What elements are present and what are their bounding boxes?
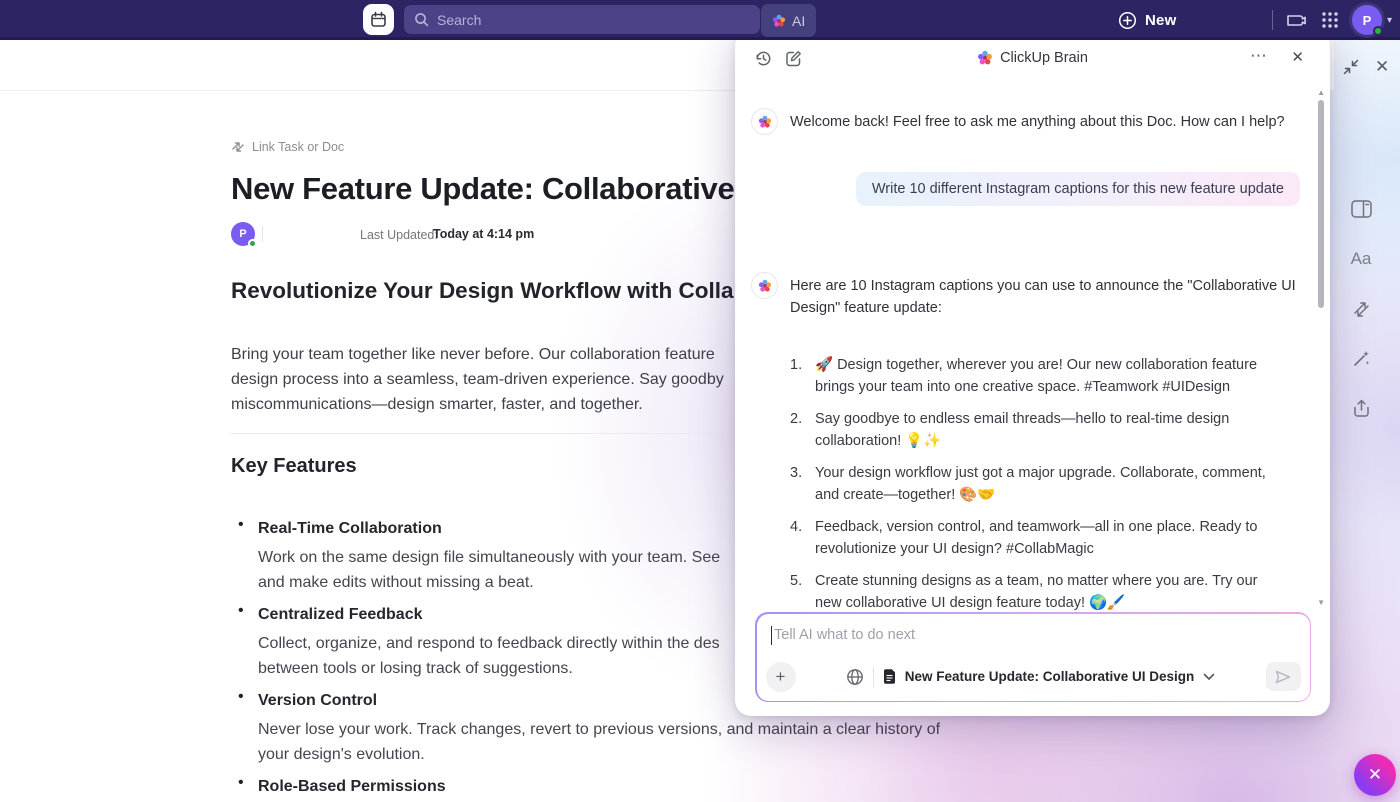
input-placeholder: Tell AI what to do next [774,627,915,643]
relationships-button[interactable] [1348,300,1374,319]
calendar-icon [370,11,387,28]
feature-body: Never lose your work. Track changes, rev… [258,717,998,767]
globe-icon [846,668,864,686]
avatar-chevron-icon[interactable]: ▾ [1387,15,1392,26]
avatar-initial: P [1363,13,1372,28]
new-button[interactable]: New [1118,8,1176,32]
ai-button[interactable]: AI [761,4,816,37]
side-panel-icon [1351,200,1372,218]
grid-dots-icon [1320,10,1340,30]
chevron-down-icon [1203,673,1215,681]
topbar-divider [1272,10,1273,30]
byline-divider [262,226,263,242]
magic-wand-icon [1351,349,1371,369]
last-updated-label: Last Updated: [360,228,438,242]
brain-avatar [751,108,778,135]
panel-close-button[interactable]: ✕ [1291,48,1304,66]
collapse-panel-button[interactable] [1342,58,1360,76]
swap-arrows-icon [1352,300,1371,319]
bot-message-response: Here are 10 Instagram captions you can u… [751,272,1311,319]
ai-input-container: Tell AI what to do next + New Feature Up… [755,612,1311,702]
calendar-button[interactable] [363,4,394,35]
brain-flower-icon [758,279,772,293]
caption-item: Feedback, version control, and teamwork—… [790,516,1270,560]
send-button[interactable] [1266,662,1301,691]
doc-intro-paragraph: Bring your team together like never befo… [231,342,751,417]
page-details-button[interactable] [1348,200,1374,218]
attach-button[interactable]: + [766,662,796,692]
captions-list: 🚀 Design together, wherever you are! Our… [790,354,1270,624]
caption-item: Create stunning designs as a team, no ma… [790,570,1270,614]
user-avatar[interactable]: P [1352,5,1382,35]
caption-item: Your design workflow just got a major up… [790,462,1270,506]
ai-input[interactable]: Tell AI what to do next + New Feature Up… [757,614,1310,701]
collapse-icon [1342,58,1360,76]
input-actions-row: + New Feature Update: Collaborative UI D… [757,662,1310,692]
bot-message-welcome: Welcome back! Feel free to ask me anythi… [751,108,1311,135]
clip-icon [1285,9,1307,30]
send-icon [1275,670,1291,684]
apps-grid-button[interactable] [1320,10,1340,30]
scroll-up-arrow[interactable]: ▲ [1317,88,1325,97]
author-avatar[interactable]: P [231,222,255,246]
context-doc-label: New Feature Update: Collaborative UI Des… [905,669,1195,684]
share-icon [1352,398,1371,418]
typography-button[interactable]: Aa [1348,249,1374,269]
doc-icon [883,669,896,684]
app-window: Search AI New P ▾ Link Task or Doc New [0,0,1400,802]
brain-avatar [751,272,778,299]
context-divider [873,667,874,687]
last-updated-value: Today at 4:14 pm [433,227,534,241]
search-placeholder: Search [437,12,481,28]
author-online-dot [248,239,257,248]
feature-item: Role-Based Permissions [231,774,971,800]
scroll-down-arrow[interactable]: ▼ [1317,598,1325,607]
caption-item: Say goodbye to endless email threads—hel… [790,408,1270,452]
panel-more-button[interactable]: ⋯ [1250,46,1268,66]
new-button-label: New [1145,12,1176,29]
panel-scrollbar[interactable] [1318,100,1324,308]
ai-fab-close-button[interactable]: ✕ [1354,754,1396,796]
input-placeholder-row: Tell AI what to do next [771,626,916,645]
link-icon [231,140,245,154]
caption-item: 🚀 Design together, wherever you are! Our… [790,354,1270,398]
brain-panel-title: ClickUp Brain [735,50,1330,66]
ai-tools-button[interactable] [1348,349,1374,369]
text-cursor [771,626,773,645]
brain-flower-icon [758,115,772,129]
plus-circle-icon [1118,11,1137,30]
welcome-message-text: Welcome back! Feel free to ask me anythi… [790,108,1298,135]
close-view-button[interactable]: ✕ [1375,57,1389,77]
response-intro-text: Here are 10 Instagram captions you can u… [790,272,1298,319]
share-button[interactable] [1348,398,1374,418]
clip-record-button[interactable] [1285,9,1307,30]
brain-flower-icon [977,50,993,66]
context-selector[interactable]: New Feature Update: Collaborative UI Des… [846,667,1216,687]
top-bar: Search AI New P ▾ [0,0,1400,40]
online-status-dot [1373,26,1383,36]
search-icon [414,12,429,27]
user-message-bubble: Write 10 different Instagram captions fo… [856,172,1300,206]
link-task-label: Link Task or Doc [252,140,344,154]
brain-flower-icon [772,14,786,28]
ai-button-label: AI [792,13,805,29]
feature-title: Role-Based Permissions [258,774,971,800]
search-input[interactable]: Search [404,5,760,34]
clickup-brain-panel: ClickUp Brain ⋯ ✕ Welcome back! Feel fre… [735,30,1330,716]
